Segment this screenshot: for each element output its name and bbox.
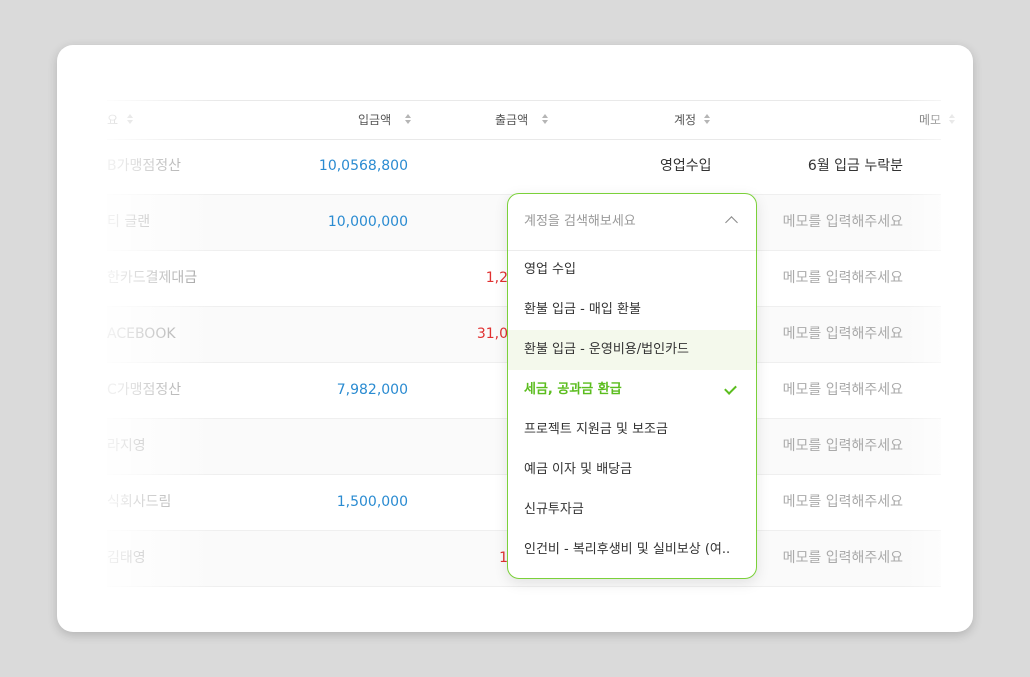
column-header-label: 메모 bbox=[919, 113, 942, 127]
account-option[interactable]: 세금, 공과금 환급 bbox=[508, 370, 756, 410]
sort-arrows-icon[interactable] bbox=[704, 114, 710, 126]
sort-arrows-icon[interactable] bbox=[542, 114, 548, 126]
transactions-card: 요 입금액 출금액 계정 메모 B가맹점정산 10,0568,800 영업수입 6월 … bbox=[57, 45, 973, 632]
cell-memo[interactable]: 메모를 입력해주세요 bbox=[783, 307, 903, 362]
sort-arrows-icon[interactable] bbox=[949, 114, 955, 126]
column-header-label: 입금액 bbox=[358, 113, 392, 127]
account-option[interactable]: 환불 입금 - 운영비용/법인카드 bbox=[508, 330, 756, 370]
cell-name: B가맹점정산 bbox=[107, 158, 182, 174]
cell-memo[interactable]: 메모를 입력해주세요 bbox=[783, 475, 903, 530]
column-header-label: 요 bbox=[107, 113, 119, 127]
account-search-input[interactable]: 계정을 검색해보세요 bbox=[524, 194, 636, 250]
chevron-up-icon[interactable] bbox=[725, 216, 738, 229]
column-header-memo[interactable]: 메모 bbox=[919, 101, 941, 139]
cell-memo[interactable]: 메모를 입력해주세요 bbox=[783, 195, 903, 250]
account-option-label: 세금, 공과금 환급 bbox=[524, 382, 622, 397]
cell-memo[interactable]: 메모를 입력해주세요 bbox=[783, 419, 903, 474]
account-option-label: 프로젝트 지원금 및 보조금 bbox=[524, 422, 668, 437]
account-option[interactable]: 프로젝트 지원금 및 보조금 bbox=[508, 410, 756, 450]
column-header-label: 계정 bbox=[674, 113, 697, 127]
cell-income: 10,000,000 bbox=[327, 214, 408, 230]
sort-arrows-icon[interactable] bbox=[127, 114, 133, 126]
table-row[interactable]: B가맹점정산 10,0568,800 영업수입 6월 입금 누락분 bbox=[107, 139, 941, 195]
cell-name: 김태영 bbox=[107, 550, 146, 566]
cell-memo[interactable]: 메모를 입력해주세요 bbox=[783, 251, 903, 306]
cell-name: C가맹점정산 bbox=[107, 382, 182, 398]
cell-account[interactable]: 영업수입 bbox=[660, 139, 712, 194]
cell-income: 10,0568,800 bbox=[318, 158, 408, 174]
account-option-label: 예금 이자 및 배당금 bbox=[524, 462, 633, 477]
sort-arrows-icon[interactable] bbox=[405, 114, 411, 126]
checkmark-icon bbox=[724, 382, 737, 395]
cell-memo[interactable]: 6월 입금 누락분 bbox=[808, 139, 903, 194]
account-option[interactable]: 신규투자금 bbox=[508, 490, 756, 530]
account-option-list: 영업 수입환불 입금 - 매입 환불환불 입금 - 운영비용/법인카드세금, 공… bbox=[508, 250, 756, 570]
cell-income: 7,982,000 bbox=[336, 382, 408, 398]
account-option[interactable]: 인건비 - 복리후생비 및 실비보상 (여.. bbox=[508, 530, 756, 570]
account-option-label: 영업 수입 bbox=[524, 262, 576, 277]
account-option[interactable]: 환불 입금 - 매입 환불 bbox=[508, 290, 756, 330]
cell-memo[interactable]: 메모를 입력해주세요 bbox=[783, 363, 903, 418]
account-option[interactable]: 영업 수입 bbox=[508, 250, 756, 290]
cell-name: 한카드결제대금 bbox=[107, 270, 198, 286]
column-header-in[interactable]: 입금액 bbox=[358, 101, 391, 139]
column-header-name[interactable]: 요 bbox=[107, 101, 118, 139]
table-header: 요 입금액 출금액 계정 메모 bbox=[107, 100, 955, 140]
column-header-account[interactable]: 계정 bbox=[674, 101, 696, 139]
account-option-label: 인건비 - 복리후생비 및 실비보상 (여.. bbox=[524, 542, 731, 557]
column-header-label: 출금액 bbox=[495, 113, 529, 127]
cell-name: 식회사드림 bbox=[107, 494, 172, 510]
account-option-label: 환불 입금 - 운영비용/법인카드 bbox=[524, 342, 689, 357]
cell-income: 1,500,000 bbox=[336, 494, 408, 510]
account-option-label: 신규투자금 bbox=[524, 502, 584, 517]
account-option-label: 환불 입금 - 매입 환불 bbox=[524, 302, 641, 317]
cell-name: 티 글랜 bbox=[107, 214, 151, 230]
account-search-field[interactable]: 계정을 검색해보세요 bbox=[508, 194, 756, 251]
cell-name: 라지영 bbox=[107, 438, 146, 454]
account-option[interactable]: 예금 이자 및 배당금 bbox=[508, 450, 756, 490]
cell-memo[interactable]: 메모를 입력해주세요 bbox=[783, 531, 903, 586]
account-dropdown: 계정을 검색해보세요 영업 수입환불 입금 - 매입 환불환불 입금 - 운영비… bbox=[507, 193, 757, 579]
column-header-out[interactable]: 출금액 bbox=[495, 101, 528, 139]
cell-name: ACEBOOK bbox=[107, 326, 176, 342]
